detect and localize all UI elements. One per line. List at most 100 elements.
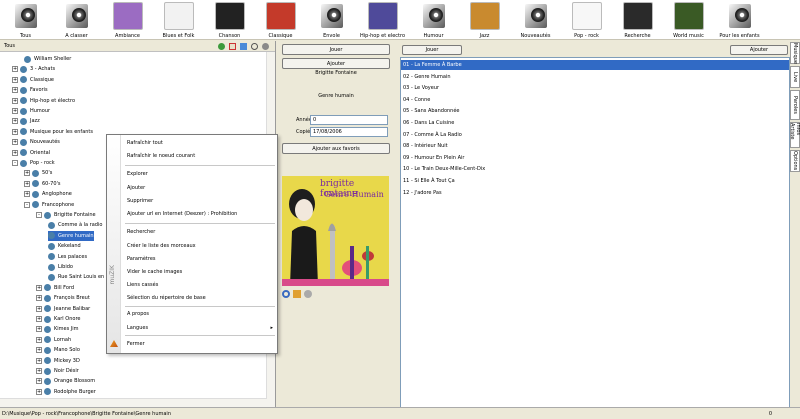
side-tab-3[interactable]: Infos Artiste: [789, 122, 800, 148]
tree-node[interactable]: - Brigitte Fontaine: [36, 210, 96, 220]
context-menu-item[interactable]: Paramètres: [127, 256, 156, 262]
category-2[interactable]: Ambiance: [102, 0, 153, 40]
context-menu-item[interactable]: Créer le liste des morceaux: [127, 243, 196, 249]
track-row[interactable]: 08 - Intérieur Nuit: [401, 141, 789, 151]
tree-node[interactable]: + Humour: [12, 106, 50, 116]
context-menu-item[interactable]: Vider le cache images: [127, 269, 182, 275]
tree-node[interactable]: + Mickey 3D: [36, 356, 80, 366]
expand-icon[interactable]: +: [12, 97, 18, 104]
search-icon[interactable]: [282, 290, 290, 298]
expand-icon[interactable]: +: [12, 149, 18, 156]
track-row[interactable]: 09 - Humour En Plein Air: [401, 153, 789, 163]
category-7[interactable]: Hip-hop et electro: [357, 0, 408, 40]
expand-icon[interactable]: +: [36, 347, 42, 354]
expand-icon[interactable]: +: [36, 295, 42, 302]
expand-icon[interactable]: +: [36, 284, 42, 291]
tree-node[interactable]: Kekeland: [48, 241, 81, 251]
expand-icon[interactable]: +: [36, 357, 42, 364]
play-track-button[interactable]: Jouer: [402, 45, 462, 55]
track-row[interactable]: 12 - J'adore Pas: [401, 188, 789, 198]
add-track-button[interactable]: Ajouter: [730, 45, 788, 55]
context-menu-item[interactable]: Langues: [127, 325, 148, 331]
context-menu-item[interactable]: Rechercher: [127, 229, 155, 235]
tree-node[interactable]: + Jazz: [12, 116, 40, 126]
category-13[interactable]: World music: [663, 0, 714, 40]
track-row[interactable]: 07 - Comme À La Radio: [401, 130, 789, 140]
tree-node[interactable]: Comme à la radio: [48, 220, 102, 230]
expand-icon[interactable]: +: [24, 170, 30, 177]
tree-node[interactable]: +3 - Achats: [12, 64, 55, 74]
tree-node[interactable]: + Favoris: [12, 85, 48, 95]
track-row[interactable]: 06 - Dans La Cuisine: [401, 118, 789, 128]
image-icon[interactable]: [293, 290, 301, 298]
category-4[interactable]: Chanson: [204, 0, 255, 40]
collapse-icon[interactable]: -: [12, 160, 18, 166]
tree-node[interactable]: + Oriental: [12, 148, 50, 158]
context-menu-item[interactable]: A propos: [127, 311, 149, 317]
expand-icon[interactable]: +: [12, 108, 18, 114]
expand-icon[interactable]: +: [36, 368, 42, 374]
tree-node[interactable]: + Jeanne Balibar: [36, 304, 90, 314]
context-menu-item[interactable]: Rafraîchir le noeud courant: [127, 153, 195, 159]
expand-icon[interactable]: +: [12, 87, 18, 94]
search-icon[interactable]: [251, 43, 258, 50]
tree-node[interactable]: + Musique pour les enfants: [12, 127, 93, 137]
context-menu-item[interactable]: Sélection du répertoire de base: [127, 295, 206, 301]
context-menu-item[interactable]: Supprimer: [127, 198, 153, 204]
tree-node[interactable]: + Hip-hop et électro: [12, 96, 75, 106]
track-row[interactable]: 03 - Le Voyeur: [401, 83, 789, 93]
track-row[interactable]: 02 - Genre Humain: [401, 72, 789, 82]
track-row[interactable]: 10 - Le Train Deux-Mille-Cent-Dix: [401, 164, 789, 174]
add-favorite-button[interactable]: Ajouter aux favoris: [282, 143, 390, 154]
collapse-icon[interactable]: -: [24, 201, 30, 208]
tree-node[interactable]: + Karl Onore: [36, 314, 80, 324]
collapse-icon[interactable]: -: [36, 212, 42, 218]
tree-node[interactable]: + François Breut: [36, 293, 90, 303]
tree-node[interactable]: + Lornah: [36, 335, 71, 345]
tree-node[interactable]: - Francophone: [24, 200, 74, 210]
category-1[interactable]: A classer: [51, 0, 102, 40]
tree-node[interactable]: + Classique: [12, 75, 54, 85]
tree-node[interactable]: + Noir Désir: [36, 366, 79, 376]
expand-icon[interactable]: +: [12, 76, 18, 83]
tree-node[interactable]: Libido: [48, 262, 73, 272]
tree-node[interactable]: Genre humain: [48, 230, 94, 241]
category-9[interactable]: Jazz: [459, 0, 510, 40]
category-3[interactable]: Blues et Folk: [153, 0, 204, 40]
side-tab-4[interactable]: Options: [790, 150, 800, 172]
tree-node[interactable]: + Orange Blossom: [36, 376, 95, 386]
tree-node[interactable]: + Bill Ford: [36, 283, 74, 293]
tree-node[interactable]: + Kimes Jim: [36, 324, 79, 334]
tree-node[interactable]: + Anglophone: [24, 189, 72, 199]
tree-node[interactable]: Rue Saint Louis en l'île: [48, 272, 114, 282]
tree-node[interactable]: +50's: [24, 168, 52, 178]
context-menu-item[interactable]: Explorer: [127, 171, 148, 177]
copy-date-field[interactable]: 17/08/2006: [310, 127, 388, 137]
tree-node[interactable]: + Rodolphe Burger: [36, 387, 96, 397]
category-5[interactable]: Classique: [255, 0, 306, 40]
expand-icon[interactable]: +: [12, 128, 18, 135]
context-menu-item[interactable]: Liens cassés: [127, 282, 158, 288]
add-album-button[interactable]: Ajouter: [282, 58, 390, 69]
track-row[interactable]: 11 - Si Elle À Tout Ça: [401, 176, 789, 186]
folder-icon[interactable]: [240, 43, 247, 50]
category-6[interactable]: Envole: [306, 0, 357, 40]
context-menu-item[interactable]: Ajouter: [127, 185, 145, 191]
track-row[interactable]: 01 - La Femme À Barbe: [401, 60, 789, 70]
category-0[interactable]: Tous: [0, 0, 51, 40]
tree-node[interactable]: + Mano Solo: [36, 345, 80, 355]
expand-icon[interactable]: +: [12, 66, 18, 73]
expand-icon[interactable]: +: [12, 139, 18, 146]
track-row[interactable]: 04 - Conne: [401, 95, 789, 105]
year-field[interactable]: 0: [310, 115, 388, 125]
tree-node[interactable]: + Nouveautés: [12, 137, 60, 147]
context-menu-item[interactable]: Ajouter url en Internet (Deezer) : Prohi…: [127, 211, 237, 217]
play-album-button[interactable]: Jouer: [282, 44, 390, 55]
expand-icon[interactable]: +: [36, 336, 42, 343]
tree-node[interactable]: - Pop - rock: [12, 158, 55, 168]
expand-icon[interactable]: +: [36, 326, 42, 333]
expand-icon[interactable]: +: [24, 191, 30, 198]
side-tab-1[interactable]: Live: [790, 66, 800, 88]
category-12[interactable]: Recherche: [612, 0, 663, 40]
category-11[interactable]: Pop - rock: [561, 0, 612, 40]
